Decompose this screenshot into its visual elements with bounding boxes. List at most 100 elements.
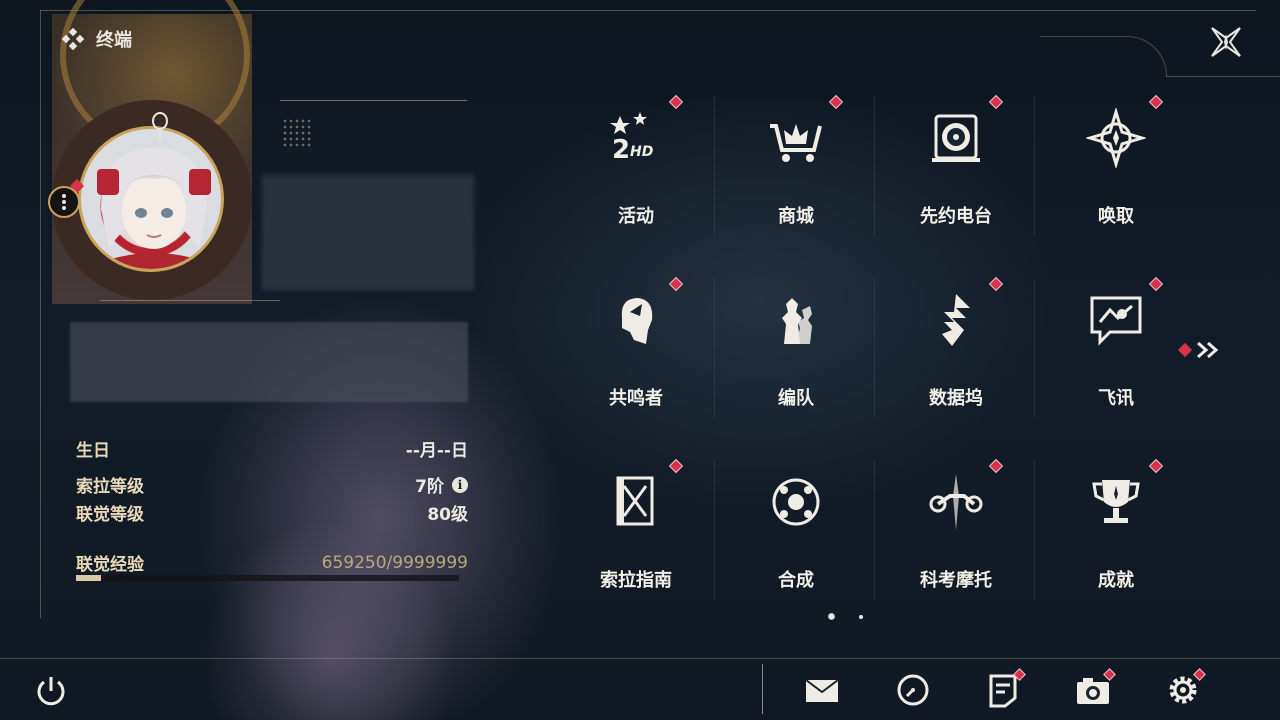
notification-badge <box>988 94 1004 110</box>
menu-item-label: 唤取 <box>1098 206 1134 227</box>
settings-button[interactable] <box>1165 668 1206 708</box>
title-text: 终端 <box>96 30 132 51</box>
shop-cart-icon <box>770 124 822 162</box>
notification-badge <box>988 458 1004 474</box>
menu-item-label: 科考摩托 <box>920 570 992 591</box>
column-divider <box>874 278 875 418</box>
dock-divider <box>0 658 1280 659</box>
notification-badge <box>828 94 844 110</box>
menu-item-label: 活动 <box>618 206 654 227</box>
menu-item-achievements[interactable]: 成就 <box>1036 450 1196 630</box>
union-exp-bar <box>76 575 459 581</box>
team-chess-icon <box>782 298 812 344</box>
resonator-head-icon <box>621 298 653 344</box>
page-title: 终端 <box>62 26 132 52</box>
trophy-icon <box>1092 480 1140 523</box>
svg-text:HD: HD <box>630 144 653 160</box>
next-page-button[interactable] <box>1177 340 1222 360</box>
info-icon[interactable]: i <box>452 476 468 493</box>
menu-item-messages[interactable]: 飞讯 <box>1036 268 1196 448</box>
menu-item-resonators[interactable]: 共鸣者 <box>556 268 716 448</box>
avatar[interactable] <box>78 126 224 272</box>
page-dot-active[interactable] <box>828 613 835 620</box>
birthday-value: --月--日 <box>405 441 468 461</box>
menu-item-label: 共鸣者 <box>609 388 663 409</box>
close-button[interactable] <box>1208 24 1244 60</box>
column-divider <box>1034 460 1035 600</box>
union-level-row: 联觉等级 80级 <box>76 500 468 525</box>
notification-badge <box>668 458 684 474</box>
mail-button[interactable] <box>804 672 840 708</box>
menu-item-team[interactable]: 编队 <box>716 268 876 448</box>
chat-bubble-icon <box>1090 296 1142 346</box>
column-divider <box>714 460 715 600</box>
menu-item-label: 数据坞 <box>929 388 983 409</box>
diamond-cluster-icon <box>62 28 84 50</box>
notification-badge <box>1148 458 1164 474</box>
menu-item-guide[interactable]: 索拉指南 <box>556 450 716 630</box>
menu-item-convene[interactable]: 唤取 <box>1036 86 1196 266</box>
union-exp-bar-fill <box>76 575 102 581</box>
clock-button[interactable] <box>895 672 931 708</box>
blurred-signature-area <box>70 322 468 402</box>
event-2hd-icon: 2 HD <box>610 112 653 165</box>
frame-left-line <box>40 10 41 618</box>
synthesis-icon <box>772 478 820 526</box>
menu-item-label: 合成 <box>778 570 814 591</box>
sol-rank-row: 索拉等级 7阶 i <box>76 472 468 497</box>
menu-item-label: 飞讯 <box>1098 388 1134 409</box>
page-dot[interactable] <box>859 614 863 619</box>
union-exp-row: 联觉经验 659250/9999999 <box>76 550 468 576</box>
radio-disc-icon <box>932 114 980 162</box>
menu-item-label: 成就 <box>1098 570 1134 591</box>
avatar-portrait <box>97 147 211 269</box>
sol-rank-label: 索拉等级 <box>76 477 144 497</box>
column-divider <box>1034 278 1035 418</box>
power-button[interactable] <box>32 672 70 710</box>
notice-button[interactable] <box>985 668 1026 708</box>
menu-item-synthesis[interactable]: 合成 <box>716 450 876 630</box>
frame-curve <box>1040 36 1167 77</box>
guide-book-icon <box>616 476 654 526</box>
power-icon <box>37 677 65 706</box>
notification-badge <box>1148 276 1164 292</box>
menu-item-activity[interactable]: 2 HD 活动 <box>556 86 716 266</box>
notification-badge <box>668 94 684 110</box>
column-divider <box>1034 96 1035 236</box>
more-dots-icon <box>62 194 66 210</box>
menu-item-shop[interactable]: 商城 <box>716 86 876 266</box>
page-indicator <box>828 613 863 620</box>
menu-item-motorcycle[interactable]: 科考摩托 <box>876 450 1036 630</box>
menu-item-radio[interactable]: 先约电台 <box>876 86 1036 266</box>
divider <box>280 100 467 101</box>
menu-item-label: 编队 <box>778 388 814 409</box>
notification-badge <box>1177 342 1193 358</box>
birthday-label: 生日 <box>76 441 110 461</box>
notification-badge <box>1148 94 1164 110</box>
menu-item-label: 商城 <box>778 206 814 227</box>
mail-icon <box>805 679 839 702</box>
union-exp-label: 联觉经验 <box>76 555 144 575</box>
union-level-label: 联觉等级 <box>76 505 144 525</box>
column-divider <box>714 96 715 236</box>
convene-star-icon <box>1086 108 1146 168</box>
column-divider <box>874 96 875 236</box>
camera-button[interactable] <box>1075 668 1116 708</box>
clock-icon <box>897 674 929 706</box>
profile-more-button[interactable] <box>48 186 80 218</box>
menu-item-label: 先约电台 <box>920 206 992 227</box>
divider <box>100 300 280 301</box>
avatar-ornament-icon <box>150 112 170 140</box>
menu-item-data-bank[interactable]: 数据坞 <box>876 268 1036 448</box>
frame-right-line <box>1166 76 1280 77</box>
column-divider <box>714 278 715 418</box>
double-chevron-right-icon <box>1197 341 1219 359</box>
sol-rank-value: 7阶 i <box>415 472 468 497</box>
data-bank-icon <box>942 294 970 346</box>
notification-badge <box>668 276 684 292</box>
close-star-icon <box>1211 27 1241 57</box>
motorcycle-icon <box>929 474 983 530</box>
blurred-name-area <box>262 175 474 290</box>
union-exp-value: 659250/9999999 <box>321 552 468 573</box>
dock-separator <box>762 664 763 714</box>
